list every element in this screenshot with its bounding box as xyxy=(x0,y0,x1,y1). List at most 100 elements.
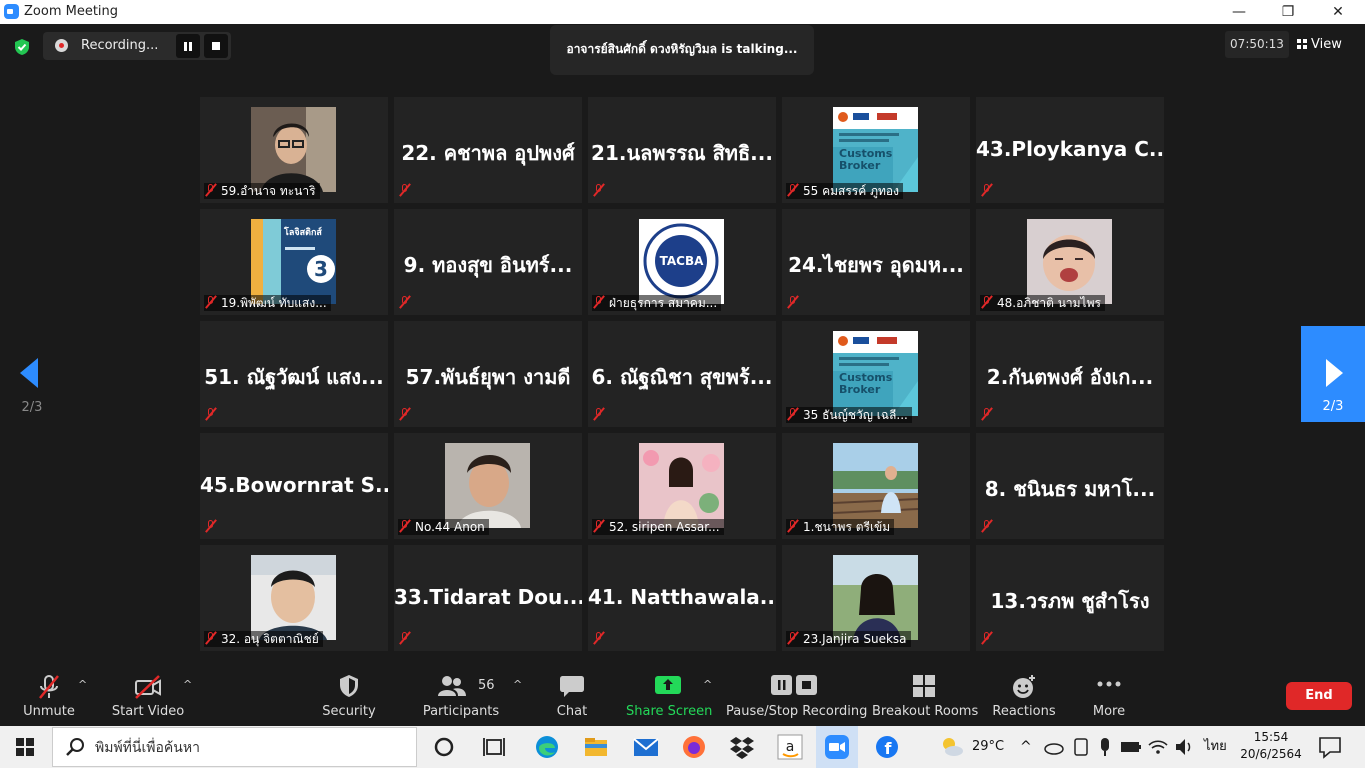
wifi-icon[interactable] xyxy=(1146,734,1170,760)
participant-name-label xyxy=(786,295,807,311)
encryption-shield-icon[interactable] xyxy=(13,38,31,56)
participant-tile[interactable]: Customs Broker 55 คมสรรค์ ภูทอง xyxy=(782,97,970,203)
next-page-button[interactable]: 2/3 xyxy=(1301,326,1365,422)
participant-tile[interactable]: 33.Tidarat Dou... xyxy=(394,545,582,651)
audio-options-caret-icon[interactable]: ^ xyxy=(78,678,87,691)
participant-tile[interactable]: 2.กันตพงศ์ อังเก... xyxy=(976,321,1164,427)
view-button[interactable]: View xyxy=(1297,31,1355,58)
participants-button[interactable]: 56 Participants xyxy=(420,666,502,726)
task-view-icon[interactable] xyxy=(480,734,508,760)
zoom-taskbar-active[interactable] xyxy=(816,726,858,768)
start-video-button[interactable]: Start Video xyxy=(108,666,188,726)
participant-name-label xyxy=(398,183,419,199)
muted-mic-icon xyxy=(592,295,606,309)
participants-options-caret-icon[interactable]: ^ xyxy=(513,678,522,691)
weather-sun-cloud-icon[interactable] xyxy=(938,734,966,760)
muted-mic-icon xyxy=(398,295,412,309)
participant-tile[interactable]: No.44 Anon xyxy=(394,433,582,539)
participant-tile[interactable]: 57.พันธ์ยุพา งามดี xyxy=(394,321,582,427)
cortana-icon[interactable] xyxy=(430,734,458,760)
previous-page-arrow-icon[interactable] xyxy=(20,358,38,388)
svg-text:f: f xyxy=(885,739,893,758)
pause-stop-recording-button[interactable]: Pause/Stop Recording xyxy=(726,666,867,726)
participant-tile[interactable]: 51. ณัฐวัฒน์ แสง... xyxy=(200,321,388,427)
breakout-rooms-button[interactable]: Breakout Rooms xyxy=(872,666,979,726)
show-hidden-icons-caret[interactable]: ^ xyxy=(1020,726,1032,768)
close-button[interactable]: ✕ xyxy=(1315,1,1361,23)
participant-tile[interactable]: 8. ชนินธร มหาโ... xyxy=(976,433,1164,539)
microphone-icon[interactable] xyxy=(1094,734,1116,760)
chat-button[interactable]: Chat xyxy=(542,666,602,726)
mail-icon[interactable] xyxy=(632,734,660,760)
device-icon[interactable] xyxy=(1070,734,1092,760)
participant-tile[interactable]: 48.อภิชาติ นามไพร xyxy=(976,209,1164,315)
participant-tile[interactable]: 1.ชนาพร ตรีเข้ม xyxy=(782,433,970,539)
more-button[interactable]: More xyxy=(1082,666,1136,726)
muted-mic-icon xyxy=(398,183,412,197)
end-meeting-button[interactable]: End xyxy=(1286,682,1352,710)
restore-button[interactable]: ❐ xyxy=(1265,1,1311,23)
file-explorer-icon[interactable] xyxy=(582,734,610,760)
edge-browser-icon[interactable] xyxy=(533,734,561,760)
view-label: View xyxy=(1311,37,1342,52)
participant-tile[interactable]: 9. ทองสุข อินทร์... xyxy=(394,209,582,315)
participant-name-label: 1.ชนาพร ตรีเข้ม xyxy=(786,519,895,535)
video-options-caret-icon[interactable]: ^ xyxy=(183,678,192,691)
search-icon xyxy=(66,738,84,756)
weather-temperature[interactable]: 29°C xyxy=(972,726,1004,768)
facebook-icon[interactable]: f xyxy=(873,734,901,760)
participant-name-label xyxy=(980,519,1001,535)
taskbar-search-box[interactable] xyxy=(52,727,417,767)
participant-tile[interactable]: 59.อำนาจ ทะนาริ xyxy=(200,97,388,203)
participant-name: 55 คมสรรค์ ภูทอง xyxy=(803,184,899,198)
amazon-icon[interactable]: a xyxy=(776,734,804,760)
participant-photo xyxy=(833,555,918,640)
share-screen-button[interactable]: Share Screen xyxy=(626,666,713,726)
participant-tile[interactable]: 23.Janjira Sueksa xyxy=(782,545,970,651)
participant-name-label xyxy=(398,295,419,311)
dropbox-icon[interactable] xyxy=(728,734,756,760)
participant-tile[interactable]: 24.ไชยพร อุดมห... xyxy=(782,209,970,315)
participant-display-name: 9. ทองสุข อินทร์... xyxy=(403,253,573,277)
unmute-button[interactable]: Unmute xyxy=(14,666,84,726)
participant-name-label xyxy=(980,407,1001,423)
participant-tile[interactable]: TACBA ฝ่ายธุรการ สมาคม... xyxy=(588,209,776,315)
participant-name: 48.อภิชาติ นามไพร xyxy=(997,296,1101,310)
security-button[interactable]: Security xyxy=(314,666,384,726)
breakout-rooms-label: Breakout Rooms xyxy=(872,704,979,719)
taskbar-search-input[interactable] xyxy=(93,736,397,760)
more-dots-icon xyxy=(1097,681,1121,687)
meeting-top-bar: Recording... อาจารย์สินศักดิ์ ดวงหิรัญวิ… xyxy=(0,24,1365,75)
participant-display-name: 51. ณัฐวัฒน์ แสง... xyxy=(204,365,384,389)
battery-icon[interactable] xyxy=(1118,734,1144,760)
participant-name: 35 ธันญ์ชวัญ เฉลี... xyxy=(803,408,908,422)
reactions-button[interactable]: Reactions xyxy=(990,666,1058,726)
participant-tile[interactable]: 13.วรภพ ชูสำโรง xyxy=(976,545,1164,651)
muted-mic-icon xyxy=(204,631,218,645)
participant-tile[interactable]: 32. อนุ จิตตาณิชย์ xyxy=(200,545,388,651)
share-screen-label: Share Screen xyxy=(626,704,713,719)
notification-center-icon[interactable] xyxy=(1316,734,1344,760)
volume-icon[interactable] xyxy=(1172,734,1196,760)
share-options-caret-icon[interactable]: ^ xyxy=(703,678,712,691)
participant-tile[interactable]: โลจิสติกส์ 3 19.พิพัฒน์ ทับแสง... xyxy=(200,209,388,315)
onedrive-cloud-icon[interactable] xyxy=(1042,734,1066,760)
input-language[interactable]: ไทย xyxy=(1204,726,1227,768)
participant-name: 59.อำนาจ ทะนาริ xyxy=(221,184,316,198)
participant-tile[interactable]: 21.นลพรรณ สิทธิ... xyxy=(588,97,776,203)
participant-tile[interactable]: 41. Natthawala... xyxy=(588,545,776,651)
windows-start-icon[interactable] xyxy=(16,738,34,756)
firefox-icon[interactable] xyxy=(680,734,708,760)
participant-tile[interactable]: 6. ณัฐณิชา สุขพร้... xyxy=(588,321,776,427)
participant-tile[interactable]: 43.Ploykanya C... xyxy=(976,97,1164,203)
participant-tile[interactable]: 22. คชาพล อุปพงศ์ xyxy=(394,97,582,203)
pause-recording-button[interactable] xyxy=(176,34,200,58)
participant-tile[interactable]: 45.Bowornrat S... xyxy=(200,433,388,539)
stop-recording-button[interactable] xyxy=(204,34,228,58)
participant-tile[interactable]: 52. siripen Assar... xyxy=(588,433,776,539)
participant-photo: Customs Broker xyxy=(833,331,918,416)
minimize-button[interactable]: — xyxy=(1216,1,1262,23)
taskbar-clock[interactable]: 15:54 20/6/2564 xyxy=(1236,729,1306,763)
photo-text: โลจิสติกส์ xyxy=(284,228,322,238)
participant-tile[interactable]: Customs Broker 35 ธันญ์ชวัญ เฉลี... xyxy=(782,321,970,427)
